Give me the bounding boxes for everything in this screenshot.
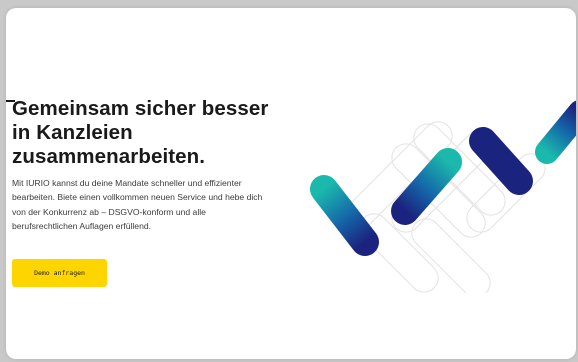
shape-right bbox=[469, 127, 533, 195]
hero-headline: Gemeinsam sicher besser in Kanzleien zus… bbox=[12, 97, 269, 168]
shape-center bbox=[391, 148, 462, 225]
hero-card: Gemeinsam sicher besser in Kanzleien zus… bbox=[6, 8, 576, 359]
hero-description: Mit IURIO kannst du deine Mandate schnel… bbox=[12, 178, 263, 232]
logo-pattern-illustration bbox=[310, 100, 576, 293]
demo-request-button[interactable]: Demo anfragen bbox=[12, 259, 107, 287]
outline-shapes bbox=[346, 121, 546, 293]
shape-far-right bbox=[535, 100, 576, 164]
